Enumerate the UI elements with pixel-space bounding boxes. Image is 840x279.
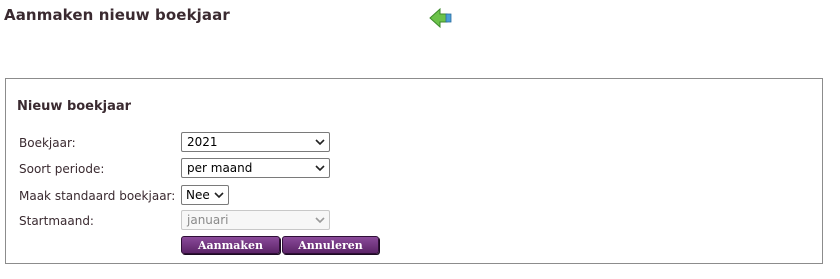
startmaand-value: januari <box>187 213 229 227</box>
soort-periode-label: Soort periode: <box>19 162 105 176</box>
boekjaar-value: 2021 <box>187 135 218 149</box>
chevron-down-icon <box>315 165 325 172</box>
standaard-boekjaar-label: Maak standaard boekjaar: <box>19 189 176 203</box>
page-title: Aanmaken nieuw boekjaar <box>4 6 230 24</box>
panel-title: Nieuw boekjaar <box>17 99 132 114</box>
soort-periode-value: per maand <box>187 161 253 175</box>
standaard-boekjaar-select[interactable]: Nee <box>181 185 229 205</box>
chevron-down-icon <box>315 139 325 146</box>
chevron-down-icon <box>214 192 224 199</box>
startmaand-select: januari <box>181 210 330 230</box>
boekjaar-select[interactable]: 2021 <box>181 132 330 152</box>
standaard-boekjaar-value: Nee <box>186 188 210 202</box>
annuleren-button[interactable]: Annuleren <box>282 236 379 254</box>
aanmaken-button[interactable]: Aanmaken <box>181 236 280 254</box>
boekjaar-label: Boekjaar: <box>19 136 76 150</box>
new-fiscal-year-panel: Nieuw boekjaar Boekjaar: 2021 Soort peri… <box>5 78 823 264</box>
soort-periode-select[interactable]: per maand <box>181 158 330 178</box>
back-arrow-icon[interactable] <box>429 8 453 28</box>
startmaand-label: Startmaand: <box>19 214 94 228</box>
chevron-down-icon <box>315 217 325 224</box>
